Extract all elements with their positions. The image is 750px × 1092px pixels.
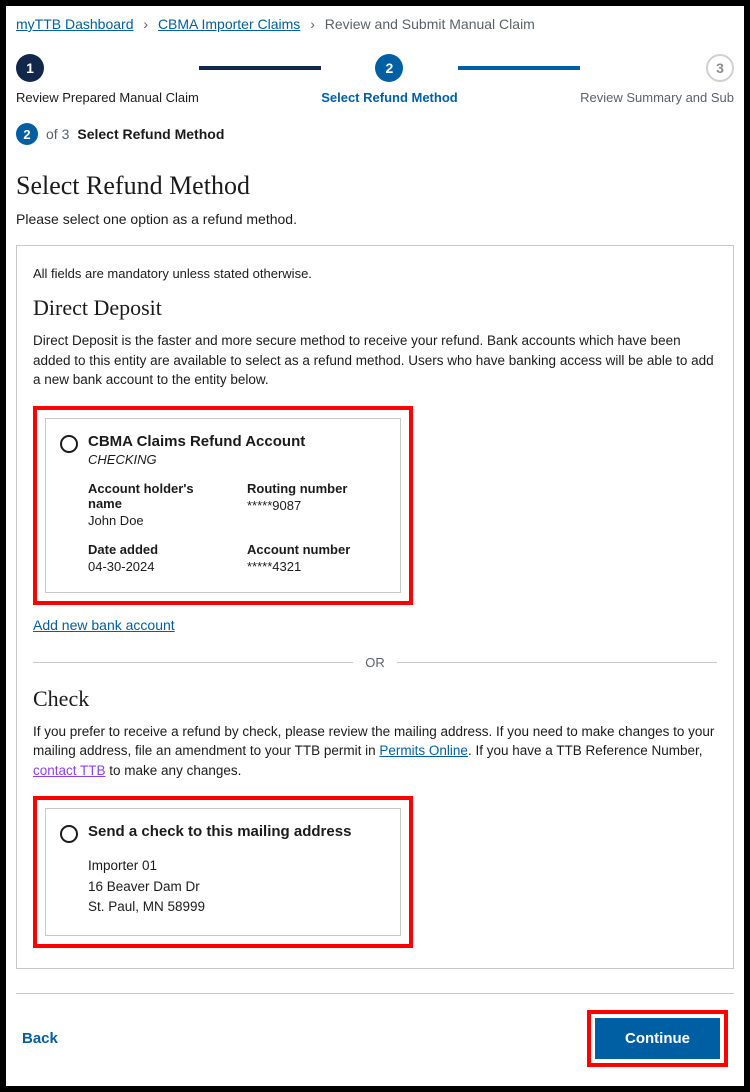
direct-deposit-option-body: CBMA Claims Refund Account CHECKING Acco…: [88, 433, 386, 574]
account-number-label: Account number: [247, 542, 386, 557]
step-3-circle: 3: [706, 54, 734, 82]
step-indicator: 2 of 3 Select Refund Method: [16, 123, 734, 145]
account-number-value: *****4321: [247, 559, 386, 574]
account-holder-label: Account holder's name: [88, 481, 227, 511]
step-indicator-title: Select Refund Method: [77, 126, 224, 142]
check-desc-suffix: to make any changes.: [106, 763, 242, 778]
account-title: CBMA Claims Refund Account: [88, 433, 386, 450]
or-divider: OR: [33, 655, 717, 670]
check-heading: Check: [33, 686, 717, 712]
address-line-2: 16 Beaver Dam Dr: [88, 877, 386, 897]
breadcrumb-current: Review and Submit Manual Claim: [325, 16, 535, 32]
check-option-title: Send a check to this mailing address: [88, 823, 386, 840]
footer-rule: [16, 993, 734, 994]
check-highlight: Send a check to this mailing address Imp…: [33, 796, 413, 948]
direct-deposit-desc: Direct Deposit is the faster and more se…: [33, 331, 717, 390]
date-added: Date added 04-30-2024: [88, 542, 227, 574]
address-line-3: St. Paul, MN 58999: [88, 897, 386, 917]
footer-row: Back Continue: [16, 1010, 734, 1067]
mandatory-note: All fields are mandatory unless stated o…: [33, 266, 717, 281]
radio-icon: [60, 435, 78, 453]
add-bank-account-link[interactable]: Add new bank account: [33, 617, 175, 633]
address-line-1: Importer 01: [88, 856, 386, 876]
step-2-label: Select Refund Method: [321, 90, 458, 105]
routing-number: Routing number *****9087: [247, 481, 386, 528]
step-line-2-3: [458, 66, 580, 70]
breadcrumb: myTTB Dashboard CBMA Importer Claims Rev…: [16, 16, 734, 32]
or-text: OR: [365, 655, 385, 670]
step-1-circle: 1: [16, 54, 44, 82]
divider-line: [397, 662, 717, 663]
account-holder: Account holder's name John Doe: [88, 481, 227, 528]
date-added-label: Date added: [88, 542, 227, 557]
permits-online-link[interactable]: Permits Online: [379, 743, 468, 758]
continue-button[interactable]: Continue: [595, 1018, 720, 1059]
breadcrumb-separator: [137, 16, 154, 32]
step-2: 2 Select Refund Method: [321, 54, 458, 105]
radio-icon: [60, 825, 78, 843]
check-option[interactable]: Send a check to this mailing address Imp…: [45, 808, 401, 936]
check-desc-mid: . If you have a TTB Reference Number,: [468, 743, 703, 758]
progress-steps: 1 Review Prepared Manual Claim 2 Select …: [16, 54, 734, 105]
breadcrumb-separator: [304, 16, 321, 32]
step-indicator-of: of 3: [46, 126, 69, 142]
back-button[interactable]: Back: [22, 1030, 58, 1047]
page-title: Select Refund Method: [16, 171, 734, 201]
step-3: 3 Review Summary and Sub: [580, 54, 734, 105]
account-number: Account number *****4321: [247, 542, 386, 574]
refund-method-panel: All fields are mandatory unless stated o…: [16, 245, 734, 969]
step-3-label: Review Summary and Sub: [580, 90, 734, 105]
routing-number-label: Routing number: [247, 481, 386, 496]
contact-ttb-link[interactable]: contact TTB: [33, 763, 106, 778]
direct-deposit-highlight: CBMA Claims Refund Account CHECKING Acco…: [33, 406, 413, 605]
page-subtitle: Please select one option as a refund met…: [16, 211, 734, 227]
direct-deposit-option[interactable]: CBMA Claims Refund Account CHECKING Acco…: [45, 418, 401, 593]
check-desc: If you prefer to receive a refund by che…: [33, 722, 717, 781]
step-1-label: Review Prepared Manual Claim: [16, 90, 199, 105]
date-added-value: 04-30-2024: [88, 559, 227, 574]
step-indicator-number: 2: [16, 123, 38, 145]
divider-line: [33, 662, 353, 663]
step-line-1-2: [199, 66, 321, 70]
direct-deposit-heading: Direct Deposit: [33, 295, 717, 321]
step-2-circle: 2: [375, 54, 403, 82]
account-type: CHECKING: [88, 452, 386, 467]
check-option-body: Send a check to this mailing address Imp…: [88, 823, 386, 917]
breadcrumb-cbma-importer-claims[interactable]: CBMA Importer Claims: [158, 16, 300, 32]
account-holder-value: John Doe: [88, 513, 227, 528]
continue-highlight: Continue: [587, 1010, 728, 1067]
step-1: 1 Review Prepared Manual Claim: [16, 54, 199, 105]
routing-number-value: *****9087: [247, 498, 386, 513]
mailing-address: Importer 01 16 Beaver Dam Dr St. Paul, M…: [88, 856, 386, 917]
breadcrumb-myttb-dashboard[interactable]: myTTB Dashboard: [16, 16, 133, 32]
